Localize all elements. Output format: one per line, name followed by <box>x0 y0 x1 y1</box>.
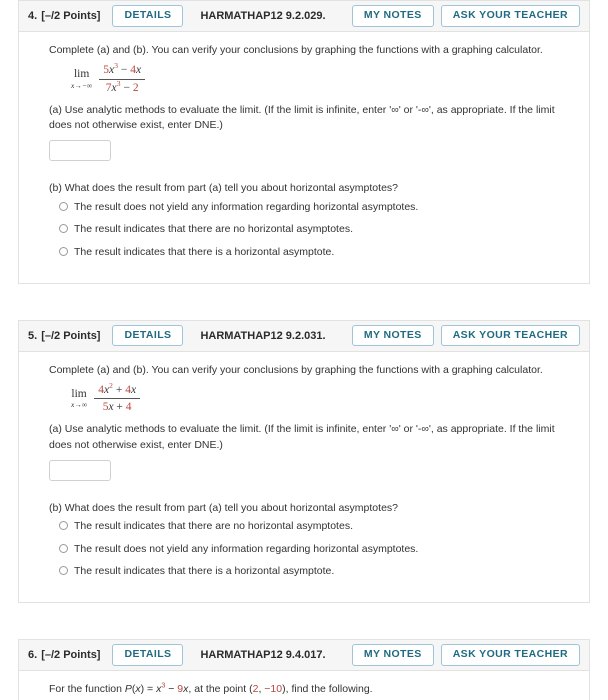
limit-label: lim <box>71 387 87 400</box>
den-op: − <box>123 81 130 94</box>
num-exp-1: 3 <box>114 61 119 71</box>
question-header-5: 5. [–/2 Points] DETAILS HARMATHAP12 9.2.… <box>18 319 590 352</box>
fraction-denominator: 5x + 4 <box>99 399 136 414</box>
num-var-2: x <box>130 383 137 396</box>
question-body-5: Complete (a) and (b). You can verify you… <box>18 351 590 603</box>
num-op: − <box>120 64 128 77</box>
den-op: + <box>116 401 123 414</box>
option-label[interactable]: The result indicates that there are no h… <box>74 520 353 534</box>
equals-sign: = <box>144 683 157 695</box>
part-a-text: (a) Use analytic methods to evaluate the… <box>49 103 555 132</box>
option-label[interactable]: The result indicates that there is a hor… <box>74 565 334 579</box>
intro-mid: , at the point ( <box>188 683 253 695</box>
question-card-5: 5. [–/2 Points] DETAILS HARMATHAP12 9.2.… <box>18 319 590 603</box>
fraction-numerator: 4x2 + 4x <box>94 380 141 400</box>
num-op: + <box>115 383 123 396</box>
question-points: [–/2 Points] <box>41 649 101 661</box>
part-a-answer-input[interactable] <box>49 459 111 481</box>
card-gap <box>0 284 608 320</box>
question-title: HARMATHAP12 9.4.017. <box>200 649 326 661</box>
option-label[interactable]: The result does not yield any informatio… <box>74 543 418 557</box>
num-exp-1: 2 <box>109 380 113 390</box>
question-intro: Complete (a) and (b). You can verify you… <box>49 363 543 376</box>
num-var-2: x <box>136 64 142 77</box>
question-intro: For the function P(x) = x3 − 9x, at the … <box>49 682 575 696</box>
radio-icon[interactable] <box>59 201 68 211</box>
option-row[interactable]: The result indicates that there are no h… <box>59 520 575 534</box>
limit-expression: lim x→∞ 4x2 + 4x 5x + 4 <box>71 380 575 415</box>
details-button[interactable]: DETAILS <box>112 644 184 666</box>
radio-icon[interactable] <box>59 224 68 234</box>
part-a-answer-input[interactable] <box>49 140 111 162</box>
question-header-6: 6. [–/2 Points] DETAILS HARMATHAP12 9.4.… <box>18 639 590 671</box>
radio-icon[interactable] <box>59 521 68 531</box>
details-button[interactable]: DETAILS <box>112 324 184 347</box>
option-label[interactable]: The result does not yield any informatio… <box>74 201 418 215</box>
limit-subscript: x→∞ <box>71 400 88 410</box>
ask-your-teacher-button[interactable]: ASK YOUR TEACHER <box>440 5 580 27</box>
radio-icon[interactable] <box>59 566 68 576</box>
limit-subscript: x→−∞ <box>71 80 93 90</box>
option-row[interactable]: The result does not yield any informatio… <box>59 201 575 215</box>
limit-label: lim <box>73 68 90 81</box>
my-notes-button[interactable]: MY NOTES <box>351 5 434 27</box>
limit-expression: lim x→−∞ 5x3 − 4x 7x3 − 2 <box>71 61 575 95</box>
function-arg: (x) <box>131 683 145 695</box>
question-body-4: Complete (a) and (b). You can verify you… <box>18 32 590 284</box>
den-exp-1: 3 <box>116 78 121 88</box>
ask-your-teacher-button[interactable]: ASK YOUR TEACHER <box>440 324 580 347</box>
question-number: 6. <box>28 649 38 661</box>
header-actions: MY NOTES ASK YOUR TEACHER <box>351 5 580 27</box>
point-y: −10 <box>264 683 283 695</box>
function-name: P <box>124 683 132 695</box>
question-header-4: 4. [–/2 Points] DETAILS HARMATHAP12 9.2.… <box>18 0 590 32</box>
question-number: 5. <box>28 329 38 342</box>
fraction: 5x3 − 4x 7x3 − 2 <box>99 61 146 95</box>
limit-operator: lim x→−∞ <box>71 69 92 89</box>
intro-tail: ), find the following. <box>282 683 373 695</box>
fraction-numerator: 5x3 − 4x <box>99 61 146 80</box>
limit-operator: lim x→∞ <box>71 387 88 410</box>
part-b-options: The result does not yield any informatio… <box>49 201 575 260</box>
question-body-6: For the function P(x) = x3 − 9x, at the … <box>18 671 590 700</box>
part-b-text: (b) What does the result from part (a) t… <box>49 501 398 514</box>
header-actions: MY NOTES ASK YOUR TEACHER <box>351 644 580 666</box>
question-intro: Complete (a) and (b). You can verify you… <box>49 44 543 56</box>
question-number: 4. <box>28 10 38 22</box>
assignment-page: 4. [–/2 Points] DETAILS HARMATHAP12 9.2.… <box>0 0 608 700</box>
den-const: 4 <box>125 401 132 414</box>
intro-lead: For the function <box>49 683 125 695</box>
details-button[interactable]: DETAILS <box>112 5 184 27</box>
fraction-denominator: 7x3 − 2 <box>102 78 143 95</box>
den-var-1: x <box>108 401 114 414</box>
question-card-4: 4. [–/2 Points] DETAILS HARMATHAP12 9.2.… <box>18 0 590 284</box>
question-title: HARMATHAP12 9.2.031. <box>200 329 326 342</box>
term-op: − <box>165 683 178 695</box>
option-row[interactable]: The result does not yield any informatio… <box>59 543 575 557</box>
part-a-text: (a) Use analytic methods to evaluate the… <box>49 423 555 451</box>
option-row[interactable]: The result indicates that there is a hor… <box>59 565 575 579</box>
part-b-text: (b) What does the result from part (a) t… <box>49 182 398 195</box>
question-points: [–/2 Points] <box>41 10 101 22</box>
ask-your-teacher-button[interactable]: ASK YOUR TEACHER <box>440 644 580 666</box>
func-var: x <box>135 683 141 695</box>
radio-icon[interactable] <box>59 543 68 553</box>
part-b-options: The result indicates that there are no h… <box>49 520 575 579</box>
card-gap <box>0 603 608 639</box>
den-const: 2 <box>132 81 139 94</box>
option-label[interactable]: The result indicates that there are no h… <box>74 223 353 237</box>
fraction: 4x2 + 4x 5x + 4 <box>94 380 141 415</box>
option-label[interactable]: The result indicates that there is a hor… <box>74 246 334 260</box>
my-notes-button[interactable]: MY NOTES <box>351 324 434 347</box>
question-title: HARMATHAP12 9.2.029. <box>200 10 326 22</box>
option-row[interactable]: The result indicates that there is a hor… <box>59 246 575 260</box>
question-card-6: 6. [–/2 Points] DETAILS HARMATHAP12 9.4.… <box>18 639 590 700</box>
radio-icon[interactable] <box>59 246 68 256</box>
option-row[interactable]: The result indicates that there are no h… <box>59 223 575 237</box>
my-notes-button[interactable]: MY NOTES <box>351 644 434 666</box>
question-points: [–/2 Points] <box>41 329 101 342</box>
header-actions: MY NOTES ASK YOUR TEACHER <box>351 324 580 347</box>
